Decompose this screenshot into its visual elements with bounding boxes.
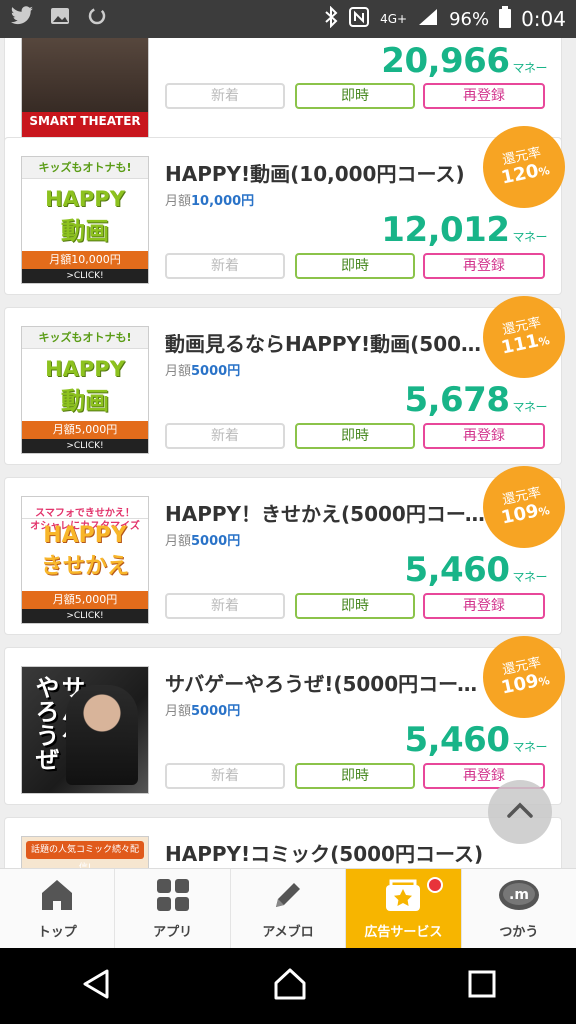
reward-amount: 20,966 マネー bbox=[381, 41, 547, 81]
offer-title[interactable]: HAPPY！きせかえ(5000円コース) bbox=[165, 498, 485, 527]
offer-thumbnail[interactable]: 話題の人気コミック続々配信! bbox=[21, 836, 149, 868]
new-button[interactable]: 新着 bbox=[165, 593, 285, 619]
offer-card[interactable]: サバゲーやろうぜ サバゲーやろうぜ!(5000円コース) 月額5000円 5,4… bbox=[4, 628, 573, 805]
offer-title[interactable]: HAPPY!コミック(5000円コース) bbox=[165, 838, 485, 867]
return-rate-badge: 還元率 111% bbox=[475, 288, 573, 386]
new-button[interactable]: 新着 bbox=[165, 763, 285, 789]
signal-icon bbox=[417, 7, 439, 32]
nav-item-use[interactable]: .m つかう bbox=[462, 869, 576, 948]
offer-price: 月額5000円 bbox=[165, 704, 241, 719]
offer-title[interactable]: HAPPY!動画(10,000円コース) bbox=[165, 158, 485, 187]
system-nav-bar bbox=[0, 948, 576, 1024]
person-photo bbox=[66, 685, 138, 785]
new-button[interactable]: 新着 bbox=[165, 83, 285, 109]
instant-button[interactable]: 即時 bbox=[295, 253, 415, 279]
battery-percent: 96% bbox=[449, 8, 490, 30]
offer-thumbnail[interactable]: サバゲーやろうぜ bbox=[21, 666, 149, 794]
home-circle-icon[interactable] bbox=[272, 966, 308, 1006]
apps-grid-icon bbox=[155, 877, 191, 917]
offer-list[interactable]: SMART THEATER 20,966 マネー 新着 即時 再登録 キッズもオト… bbox=[0, 38, 576, 868]
offer-thumbnail[interactable]: SMART THEATER bbox=[21, 38, 149, 143]
offer-title[interactable]: サバゲーやろうぜ!(5000円コース) bbox=[165, 668, 485, 697]
nav-item-apps[interactable]: アプリ bbox=[115, 869, 231, 948]
reward-amount: 5,460 マネー bbox=[404, 550, 547, 590]
instant-button[interactable]: 即時 bbox=[295, 83, 415, 109]
offer-thumbnail[interactable]: スマフォできせかえ！ オシャレにカスタマイズ HAPPY きせかえ 月額5,000… bbox=[21, 496, 149, 624]
network-type: 4G+ bbox=[380, 12, 408, 26]
pencil-icon bbox=[270, 877, 306, 917]
notification-dot bbox=[426, 877, 443, 893]
star-box-icon bbox=[383, 877, 423, 917]
battery-icon bbox=[499, 5, 512, 33]
offer-thumbnail[interactable]: キッズもオトナも! HAPPY 動画 月額5,000円 >CLICK! bbox=[21, 326, 149, 454]
return-rate-badge: 還元率 109% bbox=[475, 458, 573, 556]
reward-amount: 5,460 マネー bbox=[404, 720, 547, 760]
instant-button[interactable]: 即時 bbox=[295, 423, 415, 449]
bottom-nav: トップ アプリ アメブロ 広告サービス .m つかう bbox=[0, 868, 576, 948]
offer-thumbnail[interactable]: キッズもオトナも! HAPPY 動画 月額10,000円 >CLICK! bbox=[21, 156, 149, 284]
nav-item-ameblo[interactable]: アメブロ bbox=[231, 869, 347, 948]
reward-amount: 5,678 マネー bbox=[404, 380, 547, 420]
instant-button[interactable]: 即時 bbox=[295, 593, 415, 619]
new-button[interactable]: 新着 bbox=[165, 253, 285, 279]
reward-amount: 12,012 マネー bbox=[381, 210, 547, 250]
offer-price: 月額10,000円 bbox=[165, 194, 255, 209]
twitter-icon bbox=[10, 6, 34, 32]
offer-card[interactable]: キッズもオトナも! HAPPY 動画 月額10,000円 >CLICK! HAP… bbox=[4, 118, 573, 295]
offer-price: 月額5000円 bbox=[165, 364, 241, 379]
offer-title[interactable]: 動画見るならHAPPY!動画(5000円コース) bbox=[165, 328, 485, 357]
recents-icon[interactable] bbox=[467, 969, 497, 1003]
sync-icon bbox=[86, 5, 108, 33]
instant-button[interactable]: 即時 bbox=[295, 763, 415, 789]
nfc-icon bbox=[348, 6, 370, 33]
offer-card[interactable]: 話題の人気コミック続々配信! HAPPY!コミック(5000円コース) bbox=[4, 817, 562, 868]
reregister-button[interactable]: 再登録 bbox=[423, 593, 545, 619]
new-button[interactable]: 新着 bbox=[165, 423, 285, 449]
reregister-button[interactable]: 再登録 bbox=[423, 423, 545, 449]
return-rate-badge: 還元率 109% bbox=[475, 628, 573, 726]
money-coin-icon: .m bbox=[497, 877, 541, 917]
bluetooth-icon bbox=[324, 5, 338, 33]
scroll-to-top-button[interactable] bbox=[488, 780, 552, 844]
offer-card[interactable]: キッズもオトナも! HAPPY 動画 月額5,000円 >CLICK! 動画見る… bbox=[4, 288, 573, 465]
offer-price: 月額5000円 bbox=[165, 534, 241, 549]
image-icon bbox=[50, 6, 70, 32]
back-icon[interactable] bbox=[79, 967, 113, 1005]
reregister-button[interactable]: 再登録 bbox=[423, 253, 545, 279]
clock: 0:04 bbox=[521, 7, 566, 31]
chevron-up-icon bbox=[506, 801, 534, 823]
nav-item-ad-service[interactable]: 広告サービス bbox=[346, 869, 462, 948]
svg-text:.m: .m bbox=[509, 887, 529, 903]
offer-card[interactable]: スマフォできせかえ！ オシャレにカスタマイズ HAPPY きせかえ 月額5,000… bbox=[4, 458, 573, 635]
nav-item-top[interactable]: トップ bbox=[0, 869, 116, 948]
reregister-button[interactable]: 再登録 bbox=[423, 83, 545, 109]
status-bar: 4G+ 96% 0:04 bbox=[0, 0, 576, 38]
home-icon bbox=[39, 877, 75, 917]
